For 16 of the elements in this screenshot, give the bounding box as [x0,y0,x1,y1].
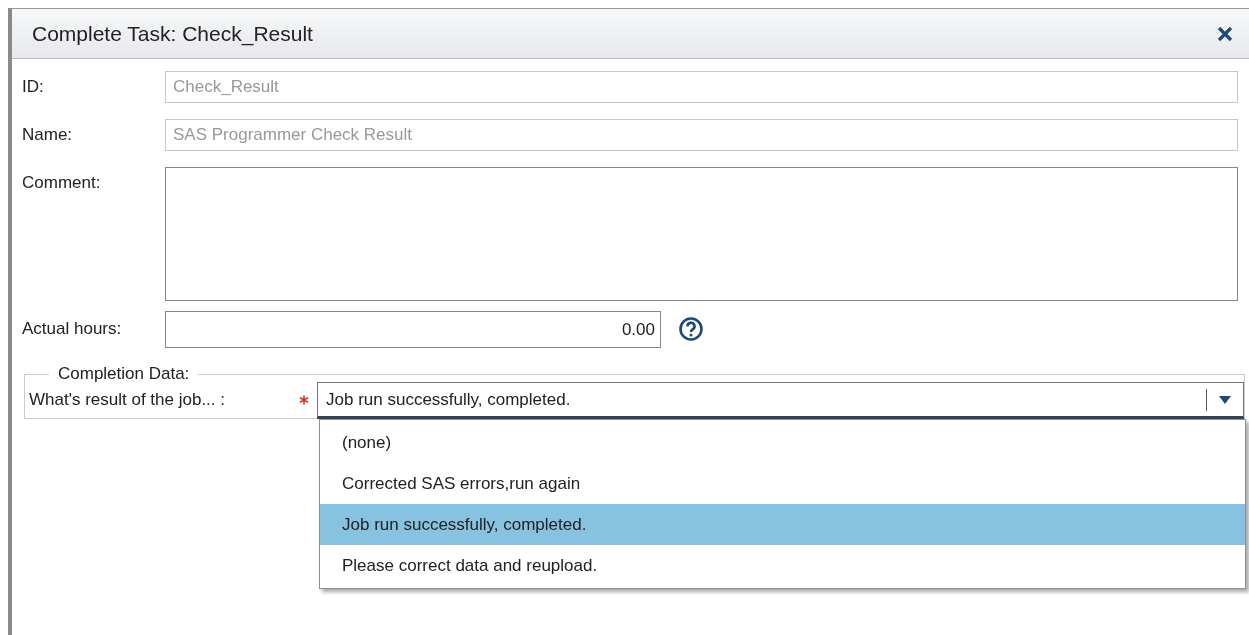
dropdown-option[interactable]: Job run successfully, completed. [320,504,1245,545]
dropdown-option[interactable]: Corrected SAS errors,run again [320,463,1245,504]
window-title: Complete Task: Check_Result [32,21,313,46]
group-legend: Completion Data: [49,364,199,384]
field-label: Comment: [22,172,102,193]
comment-field[interactable] [165,167,1238,301]
hours-field[interactable]: 0.00 [165,311,661,348]
field-label: Actual hours: [22,318,123,339]
question-label: What's result of the job... : [29,390,226,410]
dropdown-option[interactable]: (none) [320,422,1245,463]
caret-icon [1219,395,1231,404]
dropdown-option[interactable]: Please correct data and reupload. [320,545,1245,586]
field-label: Name: [22,124,74,145]
help-icon[interactable] [678,316,704,342]
close-icon [1217,25,1233,42]
field-label: ID: [22,76,45,97]
